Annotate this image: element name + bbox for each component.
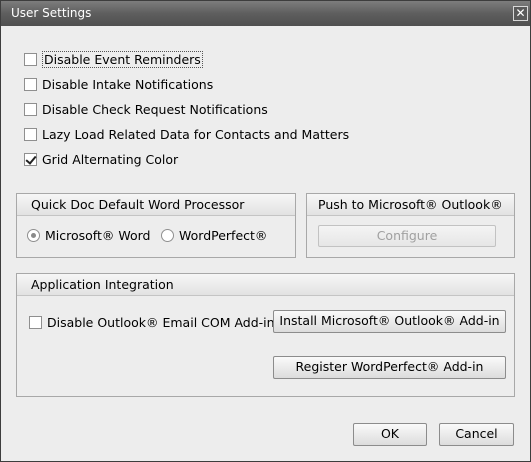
option-disable-outlook-com-addin[interactable]: Disable Outlook® Email COM Add-in — [29, 313, 275, 331]
checkbox[interactable] — [24, 52, 37, 66]
checkbox[interactable] — [24, 102, 37, 116]
register-wordperfect-addin-button[interactable]: Register WordPerfect® Add-in — [273, 356, 506, 379]
option-label: Disable Event Reminders — [42, 50, 203, 68]
checkbox[interactable] — [29, 315, 42, 329]
radio-unselected[interactable] — [161, 229, 174, 242]
outlook-push-group: Push to Microsoft® Outlook® Configure — [306, 193, 515, 258]
cancel-button[interactable]: Cancel — [439, 423, 514, 446]
option-label: Disable Outlook® Email COM Add-in — [47, 314, 275, 330]
option-label: Grid Alternating Color — [42, 151, 179, 167]
title-bar[interactable]: User Settings ✕ — [1, 1, 530, 26]
radio-label: WordPerfect® — [179, 228, 268, 243]
close-icon: ✕ — [515, 6, 526, 20]
radio-wordperfect[interactable]: WordPerfect® — [161, 228, 267, 243]
option-label: Lazy Load Related Data for Contacts and … — [42, 126, 350, 142]
group-title: Application Integration — [31, 277, 174, 292]
checkbox[interactable] — [24, 127, 37, 141]
user-settings-window: User Settings ✕ Disable Event Reminders … — [0, 0, 531, 462]
configure-button[interactable]: Configure — [318, 225, 496, 247]
window-title: User Settings — [11, 6, 92, 20]
word-processor-group: Quick Doc Default Word Processor Microso… — [16, 193, 296, 258]
group-title: Quick Doc Default Word Processor — [31, 197, 245, 212]
dialog-body: Disable Event Reminders Disable Intake N… — [1, 26, 530, 461]
group-header: Quick Doc Default Word Processor — [17, 194, 295, 216]
option-disable-check-request-notifications[interactable]: Disable Check Request Notifications — [24, 100, 268, 118]
close-button[interactable]: ✕ — [513, 6, 528, 21]
option-grid-alternating-color[interactable]: Grid Alternating Color — [24, 150, 178, 168]
option-disable-intake-notifications[interactable]: Disable Intake Notifications — [24, 75, 213, 93]
ok-button[interactable]: OK — [353, 423, 427, 446]
checkbox[interactable] — [24, 77, 37, 91]
application-integration-group: Application Integration Disable Outlook®… — [16, 273, 515, 397]
group-header: Push to Microsoft® Outlook® — [307, 194, 514, 216]
option-label: Disable Check Request Notifications — [42, 101, 268, 117]
group-header: Application Integration — [17, 274, 514, 296]
option-lazy-load-related-data[interactable]: Lazy Load Related Data for Contacts and … — [24, 125, 349, 143]
option-label: Disable Intake Notifications — [42, 76, 214, 92]
radio-microsoft-word[interactable]: Microsoft® Word — [27, 228, 151, 243]
checkbox-checked[interactable] — [24, 152, 37, 166]
install-outlook-addin-button[interactable]: Install Microsoft® Outlook® Add-in — [273, 310, 506, 333]
radio-selected[interactable] — [27, 229, 40, 242]
radio-label: Microsoft® Word — [45, 228, 151, 243]
group-title: Push to Microsoft® Outlook® — [318, 197, 503, 212]
option-disable-event-reminders[interactable]: Disable Event Reminders — [24, 50, 203, 68]
